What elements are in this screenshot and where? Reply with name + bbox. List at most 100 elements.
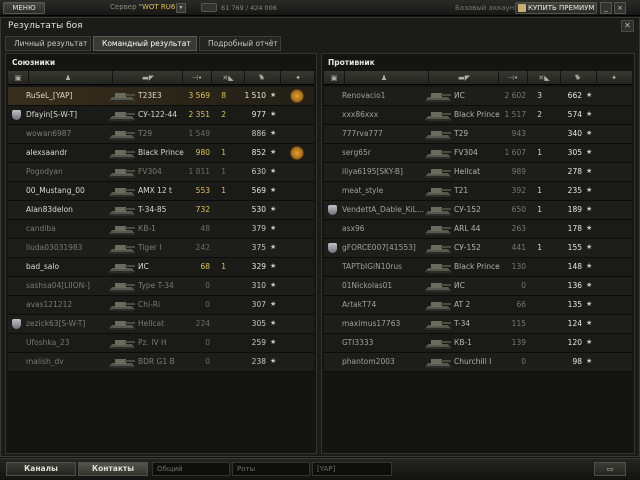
star-icon: ★: [270, 167, 277, 175]
xp-value: 259: [251, 338, 266, 347]
tab-team-result[interactable]: Командный результат: [93, 36, 197, 51]
star-icon: ★: [270, 110, 277, 118]
kills-column-icon[interactable]: ✕◣: [214, 73, 242, 83]
table-row[interactable]: phantom2003 Churchill I 0 98 ★: [324, 353, 632, 372]
star-icon: ★: [586, 300, 593, 308]
player-name: serg65r: [342, 148, 371, 157]
tank-icon: [424, 203, 452, 217]
damage-value: 732: [195, 205, 210, 214]
xp-value: 136: [567, 281, 582, 290]
player-name: 00_Mustang_00: [26, 186, 85, 195]
table-row[interactable]: sashsa04[LIION-] Type T-34 0 310 ★: [8, 277, 314, 296]
top-bar: МЕНЮ Сервер "WOT RU6" ▾ 61 769 / 424 006…: [0, 0, 640, 16]
xp-column-icon[interactable]: ▼ ★: [564, 73, 592, 83]
menu-button[interactable]: МЕНЮ: [3, 2, 45, 14]
player-name: liuda03031983: [26, 243, 83, 252]
close-window-icon[interactable]: ×: [614, 2, 626, 14]
star-icon: ★: [270, 129, 277, 137]
contacts-button[interactable]: Контакты: [78, 462, 148, 476]
table-row[interactable]: 00_Mustang_00 AMX 12 t 553 1 569 ★: [8, 182, 314, 201]
table-row[interactable]: candiba КВ-1 48 379 ★: [8, 220, 314, 239]
table-row[interactable]: alexsaandr Black Prince 980 1 852 ★: [8, 144, 314, 163]
table-row[interactable]: maximus17763 T-34 115 124 ★: [324, 315, 632, 334]
tab-detailed-report[interactable]: Подробный отчёт: [199, 36, 281, 51]
table-row[interactable]: VendettA_Dable_KiL... СУ-152 650 1 189 ★: [324, 201, 632, 220]
player-name: Alan83delon: [26, 205, 73, 214]
player-name: asx96: [342, 224, 365, 233]
table-row[interactable]: xxx86xxx Black Prince 1 517 2 574 ★: [324, 106, 632, 125]
table-row[interactable]: Dfayin[S-W-T] СУ-122-44 2 351 2 977 ★: [8, 106, 314, 125]
table-row[interactable]: serg65r FV304 1 607 1 305 ★: [324, 144, 632, 163]
allies-header-row: ▣ ♟ ▬◤ ⊣• ✕◣ ▼ ★ ✦: [8, 71, 314, 85]
player-name: Renovacio1: [342, 91, 386, 100]
table-row[interactable]: zezick63[S-W-T] Hellcat 224 305 ★: [8, 315, 314, 334]
table-row[interactable]: meat_style T21 392 1 235 ★: [324, 182, 632, 201]
chat-icon[interactable]: ▭: [594, 462, 626, 476]
table-row[interactable]: Renovacio1 ИС 2 602 3 662 ★: [324, 87, 632, 106]
damage-column-icon[interactable]: ⊣•: [186, 73, 208, 83]
tank-icon: [424, 260, 452, 274]
player-column-icon[interactable]: ♟: [48, 73, 88, 83]
xp-value: 148: [567, 262, 582, 271]
table-row[interactable]: ArtakT74 AT 2 66 135 ★: [324, 296, 632, 315]
table-row[interactable]: Ufoshka_23 Pz. IV H 0 259 ★: [8, 334, 314, 353]
medal-icon[interactable]: [290, 146, 304, 160]
player-column-icon[interactable]: ♟: [364, 73, 404, 83]
tank-icon: [108, 165, 136, 179]
tank-icon: [424, 355, 452, 369]
medal-column-icon[interactable]: ✦: [600, 73, 628, 83]
star-icon: ★: [586, 357, 593, 365]
enemies-title: Противник: [328, 58, 375, 67]
table-row[interactable]: asx96 ARL 44 263 178 ★: [324, 220, 632, 239]
damage-value: 263: [511, 224, 526, 233]
xp-value: 98: [572, 357, 582, 366]
tank-icon: [108, 355, 136, 369]
star-icon: ★: [270, 148, 277, 156]
channels-button[interactable]: Каналы: [6, 462, 76, 476]
tank-icon: [424, 298, 452, 312]
table-row[interactable]: TAPTbIGiN10rus Black Prince 130 148 ★: [324, 258, 632, 277]
close-icon[interactable]: ✕: [621, 20, 634, 32]
clan-column-icon[interactable]: ▣: [11, 73, 25, 83]
tab-personal-result[interactable]: Личный результат: [5, 36, 91, 51]
table-row[interactable]: Alan83delon T-34-85 732 530 ★: [8, 201, 314, 220]
star-icon: ★: [586, 167, 593, 175]
medal-column-icon[interactable]: ✦: [284, 73, 312, 83]
xp-column-icon[interactable]: ▼ ★: [248, 73, 276, 83]
table-row[interactable]: avas121212 Chi-Ri 0 307 ★: [8, 296, 314, 315]
damage-value: 2 351: [188, 110, 210, 119]
minimize-icon[interactable]: _: [600, 2, 612, 14]
damage-column-icon[interactable]: ⊣•: [502, 73, 524, 83]
star-icon: ★: [586, 319, 593, 327]
table-row[interactable]: wowan6987 T29 1 549 886 ★: [8, 125, 314, 144]
table-row[interactable]: liuda03031983 Tiger I 242 375 ★: [8, 239, 314, 258]
medal-icon[interactable]: [290, 89, 304, 103]
table-row[interactable]: 777rva777 T29 943 340 ★: [324, 125, 632, 144]
channel-general[interactable]: Общий: [152, 462, 230, 476]
kills-value: 2: [537, 110, 542, 119]
xp-value: 375: [251, 243, 266, 252]
table-row[interactable]: RuSeL_[YAP] T23E3 3 569 8 1 510 ★: [8, 87, 314, 106]
kills-column-icon[interactable]: ✕◣: [530, 73, 558, 83]
tank-column-icon[interactable]: ▬◤: [434, 73, 494, 83]
table-row[interactable]: malish_dv BDR G1 B 0 238 ★: [8, 353, 314, 372]
chevron-down-icon[interactable]: ▾: [176, 3, 186, 13]
table-row[interactable]: GTI3333 КВ-1 139 120 ★: [324, 334, 632, 353]
table-row[interactable]: Pogodyan FV304 1 811 1 630 ★: [8, 163, 314, 182]
server-selector[interactable]: Сервер "WOT RU6": [110, 3, 179, 11]
tank-icon: [424, 127, 452, 141]
channel-company[interactable]: Роты: [232, 462, 310, 476]
tank-icon: [108, 89, 136, 103]
clan-emblem-icon: [12, 110, 21, 120]
tank-column-icon[interactable]: ▬◤: [118, 73, 178, 83]
damage-value: 980: [195, 148, 210, 157]
table-row[interactable]: 01Nickolas01 ИС 0 136 ★: [324, 277, 632, 296]
table-row[interactable]: iliya6195[SKY-B] Hellcat 989 278 ★: [324, 163, 632, 182]
table-row[interactable]: bad_salo ИС 68 1 329 ★: [8, 258, 314, 277]
table-row[interactable]: gFORCE007[41553] СУ-152 441 1 155 ★: [324, 239, 632, 258]
channel-clan[interactable]: [YAP]: [312, 462, 392, 476]
buy-premium-button[interactable]: КУПИТЬ ПРЕМИУМ: [515, 2, 597, 14]
clan-emblem-icon: [328, 205, 337, 215]
tank-icon: [424, 279, 452, 293]
clan-column-icon[interactable]: ▣: [327, 73, 341, 83]
